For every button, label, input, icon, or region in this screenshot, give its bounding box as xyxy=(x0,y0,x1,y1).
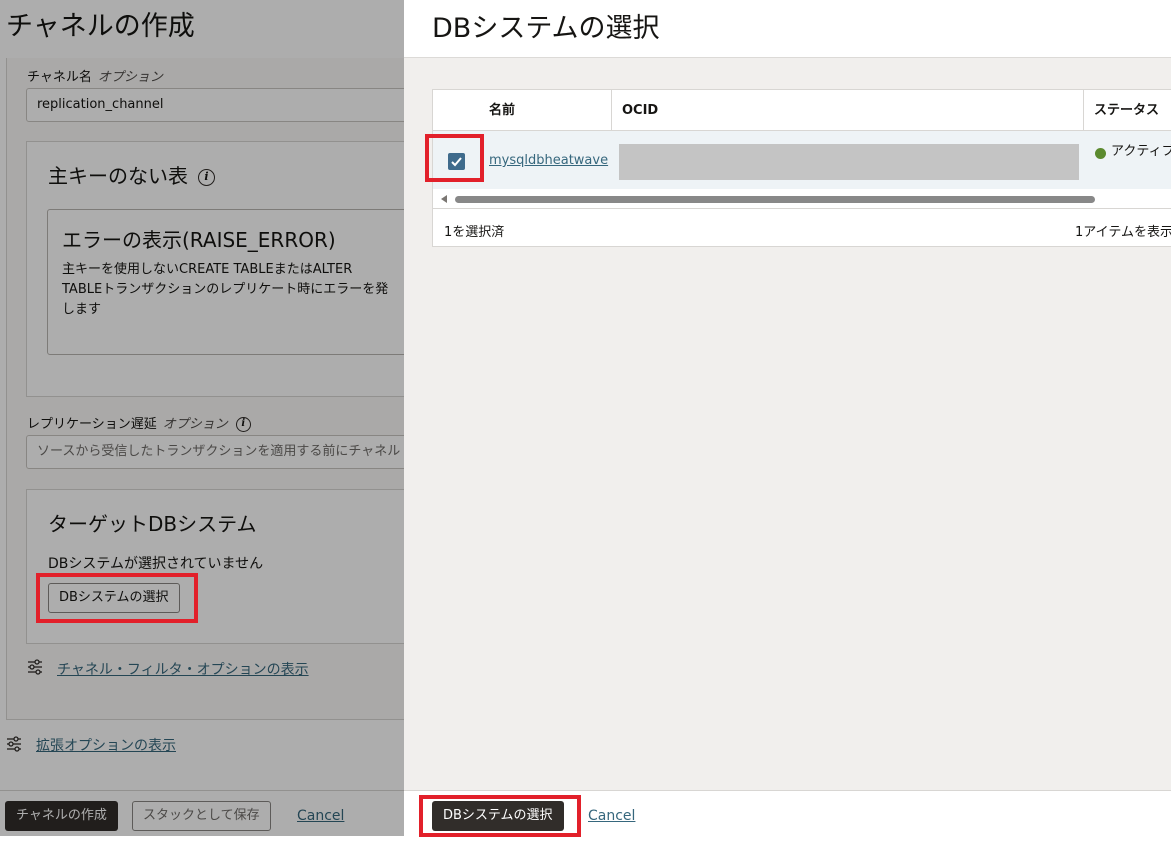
table-row[interactable]: mysqldbheatwave アクティブ xyxy=(433,131,1171,189)
screen: チャネルの作成 チャネル名 オプション replication_channel 主… xyxy=(0,0,1171,841)
scroll-left-arrow-icon[interactable] xyxy=(441,195,447,203)
table-footer: 1を選択済 1アイテムを表示 xyxy=(433,208,1171,248)
db-system-table: 名前 OCID ステータス mysqldbheatwave アクティブ 1を選択… xyxy=(432,89,1171,247)
dialog-title: DBシステムの選択 xyxy=(432,13,660,44)
scrollbar-thumb[interactable] xyxy=(455,196,1095,203)
table-header: 名前 OCID ステータス xyxy=(433,90,1171,131)
db-system-name-link[interactable]: mysqldbheatwave xyxy=(489,153,608,168)
selected-count: 1を選択済 xyxy=(444,225,505,240)
ocid-redacted xyxy=(619,144,1079,180)
column-header-ocid[interactable]: OCID xyxy=(622,90,658,131)
dialog-header: DBシステムの選択 xyxy=(404,0,1171,58)
status-active-icon xyxy=(1095,148,1106,159)
highlight-checkbox xyxy=(425,134,484,182)
highlight-select-button xyxy=(36,573,198,623)
modal-overlay xyxy=(0,0,404,836)
highlight-dialog-select-button xyxy=(419,795,581,837)
create-channel-page: チャネルの作成 チャネル名 オプション replication_channel 主… xyxy=(0,0,404,841)
items-shown-count: 1アイテムを表示 xyxy=(1075,225,1171,240)
column-header-name[interactable]: 名前 xyxy=(489,90,515,131)
horizontal-scrollbar[interactable] xyxy=(433,192,1171,206)
status-text: アクティブ xyxy=(1111,144,1171,159)
select-db-system-dialog: DBシステムの選択 名前 OCID ステータス mysqldbheatwave … xyxy=(404,0,1171,841)
dialog-cancel-link[interactable]: Cancel xyxy=(588,808,635,824)
column-header-status[interactable]: ステータス xyxy=(1094,90,1159,131)
